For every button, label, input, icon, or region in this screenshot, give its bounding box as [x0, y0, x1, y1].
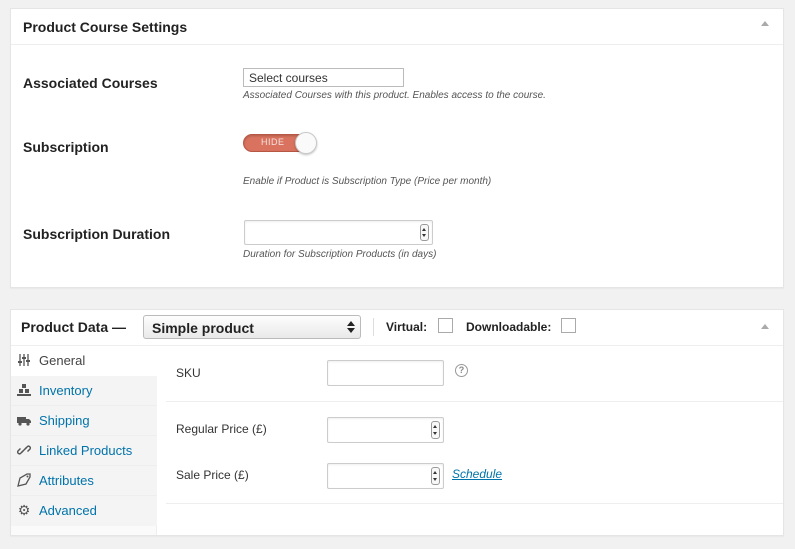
- associated-courses-description: Associated Courses with this product. En…: [243, 90, 546, 101]
- sale-price-label: Sale Price (£): [176, 468, 249, 482]
- course-settings-header[interactable]: Product Course Settings: [11, 9, 783, 45]
- tab-linked-products[interactable]: Linked Products: [11, 436, 157, 466]
- subscription-duration-label: Subscription Duration: [23, 226, 170, 242]
- tab-shipping-label: Shipping: [39, 413, 90, 428]
- tab-attributes-label: Attributes: [39, 473, 94, 488]
- tag-icon: [17, 473, 31, 487]
- tab-linked-products-label: Linked Products: [39, 443, 133, 458]
- spinner-arrows-icon[interactable]: [420, 224, 429, 241]
- course-settings-title: Product Course Settings: [23, 19, 188, 35]
- select-arrows-icon: [347, 320, 355, 334]
- collapse-arrow-icon[interactable]: [761, 21, 769, 26]
- regular-price-input[interactable]: [327, 417, 444, 443]
- tab-attributes[interactable]: Attributes: [11, 466, 157, 496]
- product-type-value: Simple product: [152, 320, 254, 336]
- sku-input[interactable]: [327, 360, 444, 386]
- downloadable-label: Downloadable:: [466, 320, 552, 334]
- product-type-select[interactable]: Simple product: [143, 315, 361, 339]
- inventory-icon: [17, 383, 31, 397]
- sku-label: SKU: [176, 366, 201, 380]
- spinner-arrows-icon[interactable]: [431, 421, 440, 439]
- tab-inventory-label: Inventory: [39, 383, 93, 398]
- tab-shipping[interactable]: Shipping: [11, 406, 157, 436]
- spinner-arrows-icon[interactable]: [431, 467, 440, 485]
- tab-advanced-label: Advanced: [39, 503, 97, 518]
- subscription-label: Subscription: [23, 139, 109, 155]
- collapse-arrow-icon[interactable]: [761, 324, 769, 329]
- subscription-duration-input[interactable]: [244, 220, 433, 245]
- virtual-label: Virtual:: [386, 320, 428, 334]
- associated-courses-select[interactable]: Select courses: [243, 68, 404, 87]
- product-data-box: Product Data — Simple product Virtual: D…: [10, 309, 784, 536]
- tab-general[interactable]: General: [11, 346, 158, 376]
- subscription-toggle-text: HIDE: [261, 137, 285, 147]
- product-data-title: Product Data —: [21, 319, 127, 335]
- sale-price-input[interactable]: [327, 463, 444, 489]
- associated-courses-label: Associated Courses: [23, 75, 158, 91]
- gear-icon: ⚙: [17, 502, 31, 518]
- help-icon[interactable]: ?: [455, 364, 468, 377]
- subscription-description: Enable if Product is Subscription Type (…: [243, 176, 492, 187]
- sliders-icon: [17, 353, 31, 367]
- product-course-settings-box: Product Course Settings Associated Cours…: [10, 8, 784, 288]
- tab-inventory[interactable]: Inventory: [11, 376, 157, 406]
- panel-bottom-divider: [166, 503, 783, 504]
- schedule-link[interactable]: Schedule: [452, 467, 502, 481]
- product-data-header: Product Data — Simple product Virtual: D…: [11, 310, 783, 346]
- product-data-tabs: General Inventory Shipping Linked Produc…: [11, 346, 158, 535]
- downloadable-checkbox[interactable]: [561, 318, 576, 333]
- virtual-checkbox[interactable]: [438, 318, 453, 333]
- subscription-duration-description: Duration for Subscription Products (in d…: [243, 249, 437, 260]
- link-icon: [17, 443, 31, 457]
- tab-advanced[interactable]: ⚙ Advanced: [11, 496, 157, 526]
- truck-icon: [17, 413, 31, 427]
- tab-general-label: General: [39, 353, 86, 368]
- header-divider: [373, 318, 374, 336]
- regular-price-label: Regular Price (£): [176, 422, 267, 436]
- subscription-toggle[interactable]: HIDE: [243, 132, 320, 156]
- panel-divider: [166, 401, 783, 402]
- subscription-toggle-knob[interactable]: [295, 132, 317, 154]
